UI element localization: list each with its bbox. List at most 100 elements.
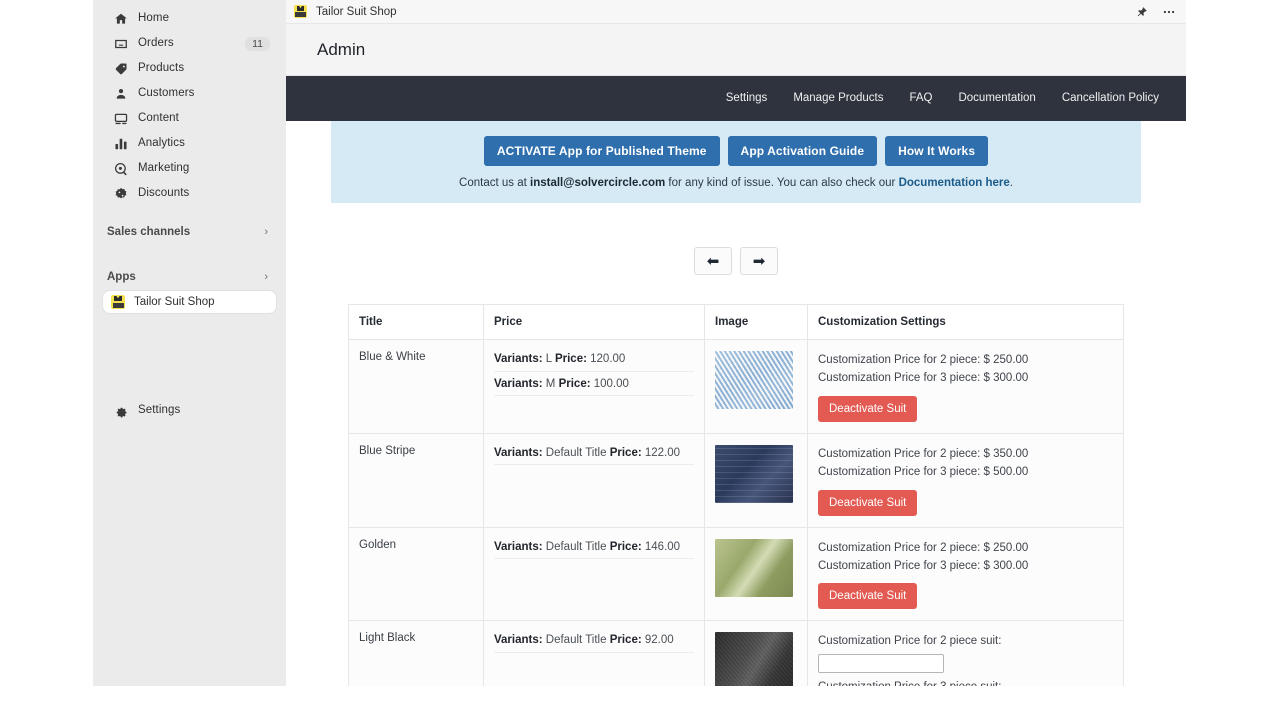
sidebar-item-customers[interactable]: Customers — [101, 83, 278, 105]
price-label: Price: — [610, 634, 642, 646]
sidebar-item-analytics[interactable]: Analytics — [101, 133, 278, 155]
sidebar-settings-label: Settings — [138, 405, 180, 417]
arrow-right-icon[interactable]: ➡ — [740, 247, 778, 275]
sidebar-section-apps[interactable]: Apps › — [101, 265, 278, 289]
table-row: Blue Stripe Variants: Default Title Pric… — [349, 433, 1124, 527]
table-header-row: Title Price Image Customization Settings — [349, 305, 1124, 340]
price-value: 146.00 — [645, 541, 680, 553]
banner-text-middle: for any kind of issue. You can also chec… — [665, 177, 898, 189]
chevron-right-icon: › — [264, 227, 268, 238]
price-value: 92.00 — [645, 634, 674, 646]
cell-title: Blue Stripe — [349, 433, 484, 527]
pin-icon[interactable] — [1136, 6, 1148, 18]
embedded-app-frame: Tailor Suit Shop Admin Settings Manage P… — [286, 0, 1186, 686]
discounts-icon — [113, 187, 128, 202]
sidebar-item-label: Discounts — [138, 188, 189, 200]
sidebar-item-products[interactable]: Products — [101, 58, 278, 80]
orders-badge: 11 — [245, 37, 270, 52]
banner-documentation-link[interactable]: Documentation here — [899, 177, 1010, 189]
customers-icon — [113, 87, 128, 102]
deactivate-suit-button[interactable]: Deactivate Suit — [818, 583, 917, 609]
sidebar-item-discounts[interactable]: Discounts — [101, 183, 278, 205]
nav-link-cancellation-policy[interactable]: Cancellation Policy — [1049, 76, 1172, 121]
customization-price-3-piece: Customization Price for 3 piece: $ 300.0… — [818, 369, 1113, 387]
banner-button-group: ACTIVATE App for Published Theme App Act… — [343, 136, 1129, 166]
variant-value: Default Title — [546, 541, 607, 553]
analytics-icon — [113, 137, 128, 152]
app-activation-guide-button[interactable]: App Activation Guide — [728, 136, 878, 166]
nav-link-documentation[interactable]: Documentation — [945, 76, 1048, 121]
cell-price: Variants: L Price: 120.00 Variants: M Pr… — [484, 340, 705, 434]
titlebar-actions — [1136, 5, 1176, 19]
marketing-icon — [113, 162, 128, 177]
product-image-blue-stripe-fabric — [715, 445, 793, 503]
sidebar-item-label: Marketing — [138, 163, 189, 175]
customization-price-2-piece-label: Customization Price for 2 piece suit: — [818, 632, 1113, 652]
sidebar-item-settings[interactable]: Settings — [101, 400, 294, 422]
activate-app-button[interactable]: ACTIVATE App for Published Theme — [484, 136, 720, 166]
nav-link-settings[interactable]: Settings — [713, 76, 781, 121]
sidebar-item-home[interactable]: Home — [101, 8, 278, 30]
customization-price-3-piece: Customization Price for 3 piece: $ 500.0… — [818, 463, 1113, 481]
variant-label: Variants: — [494, 447, 543, 459]
deactivate-suit-button[interactable]: Deactivate Suit — [818, 490, 917, 516]
how-it-works-button[interactable]: How It Works — [885, 136, 988, 166]
customization-price-2-piece-input[interactable] — [818, 654, 944, 673]
sidebar-item-label: Content — [138, 113, 179, 125]
products-icon — [113, 62, 128, 77]
app-navbar: Settings Manage Products FAQ Documentati… — [286, 76, 1186, 121]
banner-text-prefix: Contact us at — [459, 177, 530, 189]
cell-customization-settings: Customization Price for 2 piece suit: Cu… — [808, 621, 1124, 686]
customization-price-2-piece: Customization Price for 2 piece: $ 250.0… — [818, 351, 1113, 369]
table-row: Blue & White Variants: L Price: 120.00 V… — [349, 340, 1124, 434]
sidebar-item-orders[interactable]: Orders 11 — [101, 33, 278, 55]
app-content: ACTIVATE App for Published Theme App Act… — [286, 121, 1186, 686]
orders-icon — [113, 37, 128, 52]
variant-value: Default Title — [546, 634, 607, 646]
app-screenshot: Home Orders 11 Products Customers — [0, 0, 1280, 720]
products-table: Title Price Image Customization Settings… — [348, 304, 1124, 686]
gear-icon — [113, 404, 128, 419]
sidebar-item-content[interactable]: Content — [101, 108, 278, 130]
content-icon — [113, 112, 128, 127]
banner-contact-text: Contact us at install@solvercircle.com f… — [343, 177, 1129, 189]
sidebar: Home Orders 11 Products Customers — [93, 0, 286, 686]
sidebar-item-tailor-suit-shop[interactable]: Tailor Suit Shop — [103, 291, 276, 313]
sidebar-item-label: Analytics — [138, 138, 185, 150]
sidebar-item-marketing[interactable]: Marketing — [101, 158, 278, 180]
cell-title: Golden — [349, 527, 484, 621]
variant-value: L — [546, 353, 552, 365]
cell-title: Blue & White — [349, 340, 484, 434]
cell-customization-settings: Customization Price for 2 piece: $ 250.0… — [808, 527, 1124, 621]
cell-price: Variants: Default Title Price: 146.00 — [484, 527, 705, 621]
cell-image — [705, 433, 808, 527]
chevron-right-icon: › — [264, 272, 268, 283]
variant-label: Variants: — [494, 353, 543, 365]
column-header-title: Title — [349, 305, 484, 340]
cell-image — [705, 527, 808, 621]
banner-text-suffix: . — [1010, 177, 1013, 189]
arrow-left-icon[interactable]: ⬅ — [694, 247, 732, 275]
home-icon — [113, 12, 128, 27]
cell-title: Light Black — [349, 621, 484, 686]
cell-image — [705, 340, 808, 434]
variant-line: Variants: M Price: 100.00 — [494, 376, 694, 397]
apps-label: Apps — [107, 271, 136, 283]
nav-link-faq[interactable]: FAQ — [896, 76, 945, 121]
sidebar-section-sales-channels[interactable]: Sales channels › — [101, 220, 278, 244]
variant-value: M — [546, 378, 556, 390]
variant-label: Variants: — [494, 634, 543, 646]
column-header-image: Image — [705, 305, 808, 340]
more-horizontal-icon[interactable] — [1162, 5, 1176, 19]
banner-email: install@solvercircle.com — [530, 177, 665, 189]
app-titlebar: Tailor Suit Shop — [286, 0, 1186, 24]
activation-banner: ACTIVATE App for Published Theme App Act… — [331, 121, 1141, 203]
column-header-customization-settings: Customization Settings — [808, 305, 1124, 340]
table-head: Title Price Image Customization Settings — [349, 305, 1124, 340]
customization-price-2-piece: Customization Price for 2 piece: $ 250.0… — [818, 539, 1113, 557]
sidebar-app-label: Tailor Suit Shop — [134, 296, 215, 308]
column-header-price: Price — [484, 305, 705, 340]
deactivate-suit-button[interactable]: Deactivate Suit — [818, 396, 917, 422]
variant-line: Variants: L Price: 120.00 — [494, 351, 694, 372]
nav-link-manage-products[interactable]: Manage Products — [780, 76, 896, 121]
